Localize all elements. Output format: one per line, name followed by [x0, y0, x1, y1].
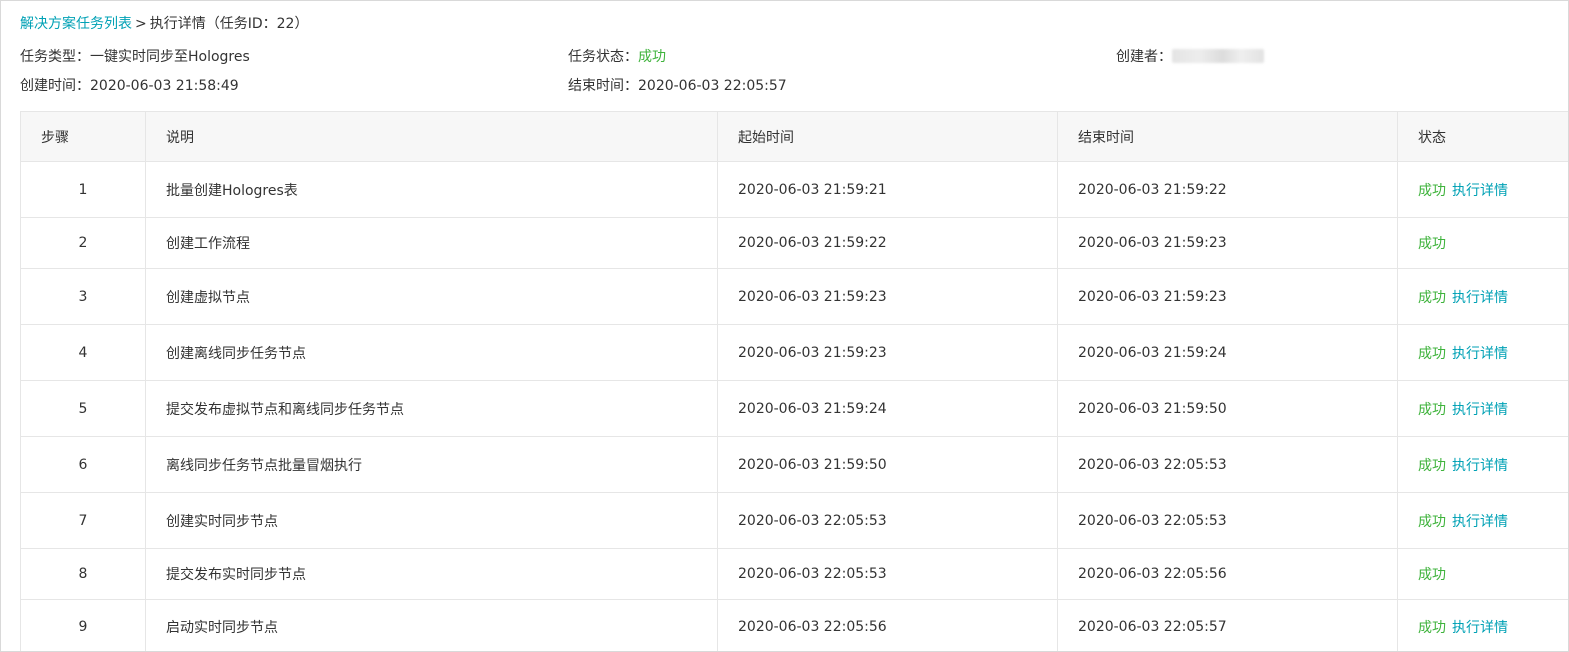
cell-start-time: 2020-06-03 21:59:21 [717, 161, 1058, 218]
cell-start-time: 2020-06-03 22:05:53 [717, 492, 1058, 549]
cell-end-time: 2020-06-03 21:59:23 [1057, 268, 1398, 325]
cell-step: 3 [20, 268, 146, 325]
cell-end-time: 2020-06-03 22:05:53 [1057, 492, 1398, 549]
table-row: 1 批量创建Hologres表 2020-06-03 21:59:21 2020-06… [20, 161, 1568, 218]
header-step: 步骤 [20, 111, 146, 162]
table-row: 7 创建实时同步节点 2020-06-03 22:05:53 2020-06-03 2… [20, 492, 1568, 549]
cell-description: 创建实时同步节点 [145, 492, 718, 549]
status-success-text: 成功 [1418, 401, 1446, 418]
breadcrumb: 解决方案任务列表 > 执行详情（任务ID：22） [20, 13, 308, 35]
status-success-text: 成功 [1418, 567, 1446, 583]
cell-status: 成功 执行详情 [1397, 492, 1568, 549]
cell-status: 成功 执行详情 [1397, 436, 1568, 493]
create-time: 创建时间：2020-06-03 21:58:49 [20, 75, 239, 97]
header-description: 说明 [145, 111, 718, 162]
execution-detail-link[interactable]: 执行详情 [1452, 346, 1508, 362]
execution-detail-link[interactable]: 执行详情 [1452, 402, 1508, 418]
cell-start-time: 2020-06-03 21:59:24 [717, 380, 1058, 437]
cell-step: 2 [20, 217, 146, 269]
end-time-label: 结束时间： [568, 78, 638, 94]
create-time-value: 2020-06-03 21:58:49 [90, 78, 239, 94]
table-row: 5 提交发布虚拟节点和离线同步任务节点 2020-06-03 21:59:24 202… [20, 380, 1568, 437]
table-row: 9 启动实时同步节点 2020-06-03 22:05:56 2020-06-03 2… [20, 599, 1568, 651]
status-success-text: 成功 [1418, 345, 1446, 362]
cell-step: 6 [20, 436, 146, 493]
creator-label: 创建者： [1116, 49, 1172, 65]
cell-step: 8 [20, 548, 146, 600]
execution-detail-link[interactable]: 执行详情 [1452, 290, 1508, 306]
breadcrumb-task-list-link[interactable]: 解决方案任务列表 [20, 16, 132, 32]
cell-description: 创建工作流程 [145, 217, 718, 269]
cell-step: 9 [20, 599, 146, 651]
status-success-text: 成功 [1418, 182, 1446, 199]
cell-description: 启动实时同步节点 [145, 599, 718, 651]
status-success-text: 成功 [1418, 236, 1446, 252]
header-end-time: 结束时间 [1057, 111, 1398, 162]
cell-description: 创建离线同步任务节点 [145, 324, 718, 381]
execution-detail-link[interactable]: 执行详情 [1452, 620, 1508, 636]
status-success-text: 成功 [1418, 457, 1446, 474]
cell-end-time: 2020-06-03 21:59:22 [1057, 161, 1398, 218]
execution-detail-link[interactable]: 执行详情 [1452, 458, 1508, 474]
cell-end-time: 2020-06-03 22:05:56 [1057, 548, 1398, 600]
cell-status: 成功 执行详情 [1397, 380, 1568, 437]
create-time-label: 创建时间： [20, 78, 90, 94]
table-row: 8 提交发布实时同步节点 2020-06-03 22:05:53 2020-06-03… [20, 548, 1568, 600]
steps-table: 步骤 说明 起始时间 结束时间 状态 1 批量创建Hologres表 2020-06… [20, 111, 1568, 651]
creator: 创建者： [1116, 46, 1264, 68]
cell-description: 提交发布实时同步节点 [145, 548, 718, 600]
task-type: 任务类型：一键实时同步至Hologres [20, 46, 250, 68]
status-success-text: 成功 [1418, 619, 1446, 636]
cell-status: 成功 执行详情 [1397, 324, 1568, 381]
task-type-label: 任务类型： [20, 49, 90, 65]
breadcrumb-current: 执行详情（任务ID：22） [149, 16, 309, 32]
cell-description: 提交发布虚拟节点和离线同步任务节点 [145, 380, 718, 437]
table-header-row: 步骤 说明 起始时间 结束时间 状态 [20, 111, 1568, 162]
execution-detail-page: 解决方案任务列表 > 执行详情（任务ID：22） 任务类型：一键实时同步至Holog… [0, 0, 1569, 652]
cell-start-time: 2020-06-03 21:59:50 [717, 436, 1058, 493]
cell-start-time: 2020-06-03 22:05:56 [717, 599, 1058, 651]
task-status: 任务状态：成功 [568, 46, 666, 68]
status-success-text: 成功 [1418, 289, 1446, 306]
cell-status: 成功 [1397, 217, 1568, 269]
cell-description: 创建虚拟节点 [145, 268, 718, 325]
cell-status: 成功 [1397, 548, 1568, 600]
table-row: 3 创建虚拟节点 2020-06-03 21:59:23 2020-06-03 21:… [20, 268, 1568, 325]
cell-status: 成功 执行详情 [1397, 268, 1568, 325]
cell-start-time: 2020-06-03 21:59:23 [717, 324, 1058, 381]
creator-value-redacted [1172, 48, 1264, 63]
header-status: 状态 [1397, 111, 1568, 162]
cell-end-time: 2020-06-03 22:05:53 [1057, 436, 1398, 493]
cell-step: 7 [20, 492, 146, 549]
cell-end-time: 2020-06-03 21:59:50 [1057, 380, 1398, 437]
cell-end-time: 2020-06-03 21:59:23 [1057, 217, 1398, 269]
cell-start-time: 2020-06-03 21:59:23 [717, 268, 1058, 325]
table-row: 4 创建离线同步任务节点 2020-06-03 21:59:23 2020-06-03… [20, 324, 1568, 381]
header-start-time: 起始时间 [717, 111, 1058, 162]
cell-end-time: 2020-06-03 21:59:24 [1057, 324, 1398, 381]
task-type-value: 一键实时同步至Hologres [90, 49, 250, 65]
table-row: 2 创建工作流程 2020-06-03 21:59:22 2020-06-03 21:… [20, 217, 1568, 269]
status-success-text: 成功 [1418, 513, 1446, 530]
info-row-1: 任务类型：一键实时同步至Hologres 任务状态：成功 创建者： [1, 46, 1568, 68]
cell-step: 4 [20, 324, 146, 381]
cell-start-time: 2020-06-03 21:59:22 [717, 217, 1058, 269]
cell-end-time: 2020-06-03 22:05:57 [1057, 599, 1398, 651]
task-status-value: 成功 [638, 49, 666, 65]
end-time: 结束时间：2020-06-03 22:05:57 [568, 75, 787, 97]
cell-status: 成功 执行详情 [1397, 161, 1568, 218]
task-status-label: 任务状态： [568, 49, 638, 65]
cell-status: 成功 执行详情 [1397, 599, 1568, 651]
info-row-2: 创建时间：2020-06-03 21:58:49 结束时间：2020-06-03… [1, 75, 1568, 97]
cell-start-time: 2020-06-03 22:05:53 [717, 548, 1058, 600]
end-time-value: 2020-06-03 22:05:57 [638, 78, 787, 94]
table-row: 6 离线同步任务节点批量冒烟执行 2020-06-03 21:59:50 2020-0… [20, 436, 1568, 493]
cell-step: 1 [20, 161, 146, 218]
cell-description: 离线同步任务节点批量冒烟执行 [145, 436, 718, 493]
breadcrumb-separator: > [135, 16, 147, 32]
cell-description: 批量创建Hologres表 [145, 161, 718, 218]
execution-detail-link[interactable]: 执行详情 [1452, 514, 1508, 530]
execution-detail-link[interactable]: 执行详情 [1452, 183, 1508, 199]
cell-step: 5 [20, 380, 146, 437]
